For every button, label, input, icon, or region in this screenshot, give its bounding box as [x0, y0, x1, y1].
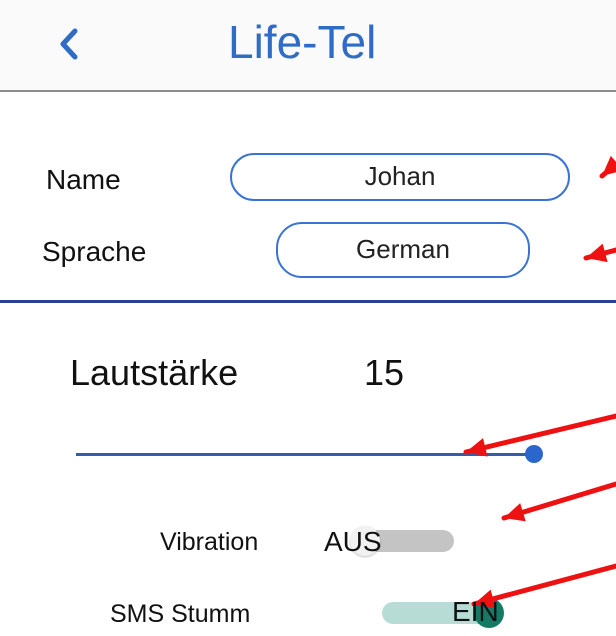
annotation-arrow-line — [583, 247, 616, 261]
language-select[interactable]: German — [276, 222, 530, 278]
annotation-arrow-head — [602, 155, 616, 176]
annotation-arrow-line — [501, 481, 616, 521]
annotation-arrows — [463, 155, 616, 609]
section-divider — [0, 300, 616, 303]
annotation-arrow-head — [586, 243, 608, 263]
sms-mute-state-text: EIN — [452, 596, 499, 627]
sms-mute-label: SMS Stumm — [110, 600, 251, 628]
name-field[interactable]: Johan — [230, 153, 570, 201]
name-label: Name — [46, 164, 121, 195]
volume-value: 15 — [364, 352, 405, 393]
volume-slider-track[interactable] — [76, 453, 536, 456]
page-title: Life-Tel — [228, 16, 377, 68]
annotation-arrow-line — [599, 161, 616, 179]
vibration-label: Vibration — [160, 528, 259, 556]
header-divider — [0, 90, 616, 92]
language-label: Sprache — [42, 236, 147, 267]
volume-slider-thumb[interactable] — [525, 445, 543, 463]
annotation-arrow-head — [504, 503, 526, 522]
volume-slider[interactable] — [76, 438, 543, 472]
header-bar: Life-Tel — [0, 0, 616, 90]
volume-label: Lautstärke — [70, 352, 239, 393]
chevron-left-icon — [60, 28, 78, 60]
back-button[interactable] — [48, 22, 92, 66]
vibration-state-text: AUS — [324, 526, 382, 557]
